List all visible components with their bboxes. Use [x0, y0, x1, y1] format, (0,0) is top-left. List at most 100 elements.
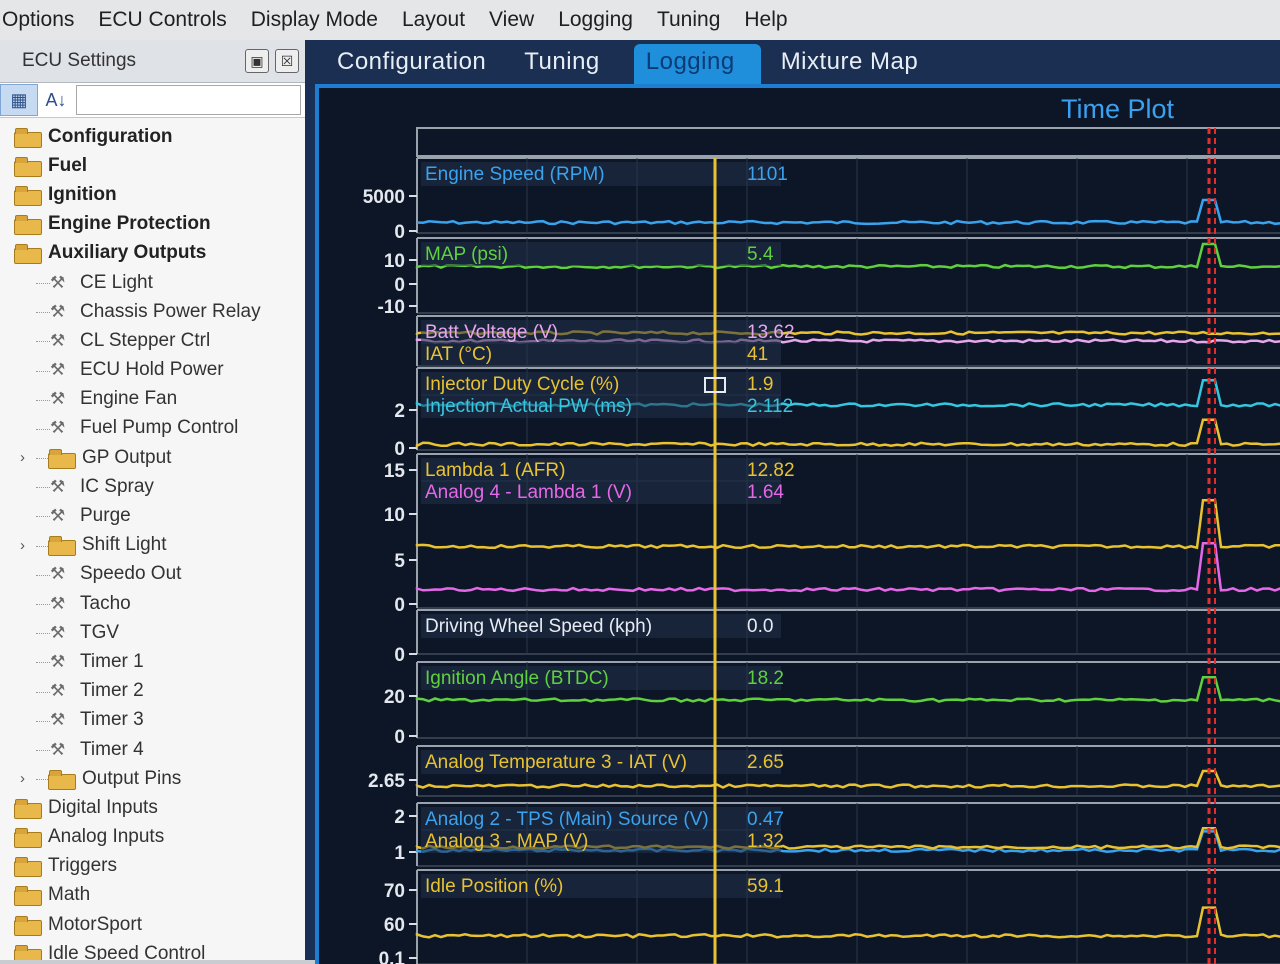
wrench-icon: ⚒ [50, 622, 66, 642]
channel-name: Analog Temperature 3 - IAT (V) [425, 752, 687, 773]
channel-value: 2.65 [747, 752, 784, 773]
axis-tick-label: 5000 [363, 187, 405, 208]
wrench-icon: ⚒ [50, 681, 66, 701]
tree-item-label: Configuration [48, 125, 173, 147]
folder-icon [48, 448, 76, 469]
axis-tick-label: 2 [394, 401, 405, 422]
wrench-icon: ⚒ [50, 360, 66, 380]
tree-item-label: Engine Fan [80, 388, 178, 410]
axis-tick-label: 10 [384, 505, 405, 526]
wrench-icon: ⚒ [50, 506, 66, 526]
menu-tuning[interactable]: Tuning [645, 8, 732, 32]
tree-item-output-pins[interactable]: › Output Pins [0, 764, 305, 793]
tree-item-idle-speed-control[interactable]: Idle Speed Control [0, 939, 305, 960]
menu-help[interactable]: Help [732, 8, 799, 32]
sort-az-icon[interactable]: A↓ [38, 85, 74, 115]
folder-icon [48, 769, 76, 790]
tree-item-motorsport[interactable]: MotorSport [0, 910, 305, 939]
menu-view[interactable]: View [477, 8, 546, 32]
tree-item-tacho[interactable]: ⚒ Tacho [0, 589, 305, 618]
menu-ecu-controls[interactable]: ECU Controls [86, 8, 238, 32]
tree-item-cl-stepper-ctrl[interactable]: ⚒ CL Stepper Ctrl [0, 326, 305, 355]
tree-item-label: CL Stepper Ctrl [80, 329, 211, 351]
close-icon[interactable]: ☒ [275, 49, 299, 73]
filter-input[interactable] [76, 85, 301, 115]
axis-tick-label: 60 [384, 915, 405, 936]
folder-icon [14, 156, 42, 177]
wrench-icon: ⚒ [50, 564, 66, 584]
channel-value: 12.82 [747, 460, 795, 481]
ecu-settings-panel: ECU Settings ▣ ☒ ▦ A↓ Configuration Fuel I… [0, 40, 307, 960]
menu-layout[interactable]: Layout [390, 8, 477, 32]
tree-item-engine-protection[interactable]: Engine Protection [0, 210, 305, 239]
axis-tick-label: 0 [394, 439, 405, 460]
tree-item-label: Triggers [48, 855, 117, 877]
pin-icon[interactable]: ▣ [245, 49, 269, 73]
tab-mixture-map[interactable]: Mixture Map [769, 44, 945, 84]
tree-item-ic-spray[interactable]: ⚒ IC Spray [0, 472, 305, 501]
tree-item-fuel-pump-control[interactable]: ⚒ Fuel Pump Control [0, 414, 305, 443]
tree-connector [36, 428, 50, 430]
expand-arrow-icon[interactable]: › [20, 537, 25, 554]
tree-item-math[interactable]: Math [0, 881, 305, 910]
tree-item-gp-output[interactable]: › GP Output [0, 443, 305, 472]
tree-item-label: Timer 3 [80, 709, 144, 731]
trace-injector-duty-cycle- [415, 418, 1280, 448]
channel-name: IAT (°C) [425, 344, 492, 365]
channel-name: Ignition Angle (BTDC) [425, 668, 609, 689]
trace-engine-speed-rpm- [416, 198, 1280, 226]
tree-item-timer-2[interactable]: ⚒ Timer 2 [0, 677, 305, 706]
tree-item-timer-4[interactable]: ⚒ Timer 4 [0, 735, 305, 764]
wrench-icon: ⚒ [50, 330, 66, 350]
channel-value: 18.2 [747, 668, 784, 689]
tree-item-speedo-out[interactable]: ⚒ Speedo Out [0, 560, 305, 589]
tree-item-configuration[interactable]: Configuration [0, 122, 305, 151]
channel-value: 1.64 [747, 482, 784, 503]
grid-view-icon[interactable]: ▦ [0, 84, 38, 116]
tree-item-ce-light[interactable]: ⚒ CE Light [0, 268, 305, 297]
expand-arrow-icon[interactable]: › [20, 449, 25, 466]
tree-item-tgv[interactable]: ⚒ TGV [0, 618, 305, 647]
wrench-icon: ⚒ [50, 710, 66, 730]
tree-item-ecu-hold-power[interactable]: ⚒ ECU Hold Power [0, 356, 305, 385]
time-plot-chart[interactable]: 50000Engine Speed (RPM) 1101100-10MAP (ps… [319, 88, 1280, 964]
tree-item-chassis-power-relay[interactable]: ⚒ Chassis Power Relay [0, 297, 305, 326]
menu-display-mode[interactable]: Display Mode [239, 8, 390, 32]
tree-item-fuel[interactable]: Fuel [0, 151, 305, 180]
tree-item-timer-1[interactable]: ⚒ Timer 1 [0, 647, 305, 676]
tree-item-engine-fan[interactable]: ⚒ Engine Fan [0, 385, 305, 414]
menu-bar: Options ECU Controls Display Mode Layout Vie… [0, 0, 1280, 41]
wrench-icon: ⚒ [50, 476, 66, 496]
wrench-icon: ⚒ [50, 389, 66, 409]
folder-icon [14, 915, 42, 936]
tab-tuning[interactable]: Tuning [512, 44, 626, 84]
tree-item-label: Fuel [48, 154, 88, 176]
expand-arrow-icon[interactable]: › [20, 770, 25, 787]
tree-item-triggers[interactable]: Triggers [0, 852, 305, 881]
axis-tick-label: 10 [384, 251, 405, 272]
tab-configuration[interactable]: Configuration [325, 44, 512, 84]
folder-icon [14, 944, 42, 960]
menu-logging[interactable]: Logging [546, 8, 645, 32]
tree-item-ignition[interactable]: Ignition [0, 180, 305, 209]
tree-item-digital-inputs[interactable]: Digital Inputs [0, 793, 305, 822]
trace-lambda-1-afr- [415, 498, 1280, 550]
tree-item-auxiliary-outputs[interactable]: Auxiliary Outputs [0, 239, 305, 268]
tree-item-purge[interactable]: ⚒ Purge [0, 501, 305, 530]
settings-tree: Configuration Fuel Ignition Engine Protecti… [0, 118, 305, 960]
channel-name: Injector Duty Cycle (%) [425, 374, 619, 395]
tree-item-shift-light[interactable]: › Shift Light [0, 531, 305, 560]
tree-connector [36, 399, 50, 401]
axis-tick-label: 0 [394, 727, 405, 748]
tree-item-timer-3[interactable]: ⚒ Timer 3 [0, 706, 305, 735]
panel-title: ECU Settings [22, 50, 137, 71]
tree-connector [36, 633, 50, 635]
tree-item-label: IC Spray [80, 475, 154, 497]
tab-logging[interactable]: Logging [633, 44, 761, 84]
tree-connector [36, 749, 50, 751]
axis-tick-label: 20 [384, 687, 405, 708]
tree-item-analog-inputs[interactable]: Analog Inputs [0, 823, 305, 852]
channel-value: 0.0 [747, 616, 773, 637]
menu-options[interactable]: Options [0, 8, 86, 32]
tree-item-label: GP Output [82, 446, 172, 468]
